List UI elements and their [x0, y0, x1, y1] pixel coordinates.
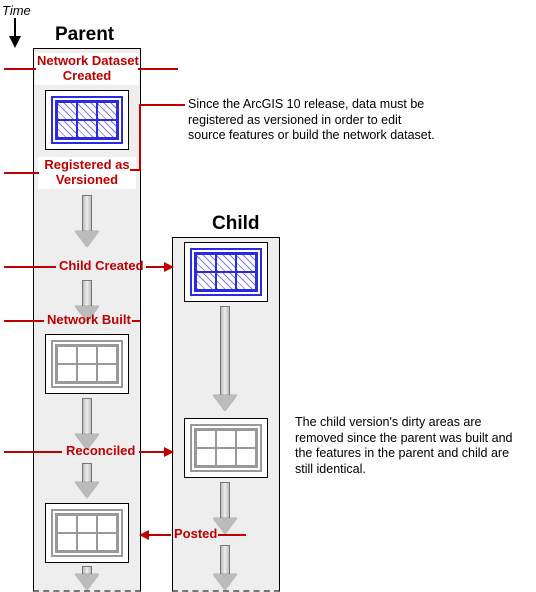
reconciled-arrowhead [164, 447, 174, 457]
child-arrow-1 [216, 306, 234, 411]
time-arrow-icon [9, 18, 23, 48]
event-posted: Posted [172, 526, 219, 543]
registered-underline-l [4, 172, 39, 174]
child-ds-1 [184, 242, 268, 302]
event-net-built: Network Built [45, 312, 133, 329]
parent-ds-2 [45, 334, 129, 394]
reconciled-line-l [4, 451, 62, 453]
time-label: Time [2, 3, 31, 18]
event-reconciled: Reconciled [64, 443, 137, 460]
posted-line-r [218, 534, 246, 536]
ds-created-underline-l [4, 68, 36, 70]
parent-ds-3 [45, 503, 129, 563]
parent-arrow-5 [78, 566, 96, 590]
child-created-arrowhead [164, 262, 174, 272]
parent-arrow-4 [78, 463, 96, 498]
net-built-line-r [132, 320, 140, 322]
parent-arrow-1 [78, 195, 96, 247]
event-registered-text: Registered asVersioned [44, 157, 129, 187]
callout-arcgis10-line [130, 100, 190, 185]
ds-created-underline-r [138, 68, 178, 70]
event-registered: Registered asVersioned [38, 157, 136, 189]
event-ds-created-line1: Network DatasetCreated [37, 53, 139, 83]
child-created-line-l [4, 266, 56, 268]
child-created-line-r [146, 266, 166, 268]
child-ds-2 [184, 418, 268, 478]
child-arrow-3 [216, 545, 234, 590]
event-ds-created: Network DatasetCreated [35, 53, 139, 85]
reconciled-line-r [139, 451, 166, 453]
parent-title: Parent [55, 24, 114, 46]
net-built-line [4, 320, 44, 322]
posted-arrowhead [139, 530, 149, 540]
desc-dirty-removed: The child version's dirty areas are remo… [295, 415, 525, 478]
parent-ds-1 [45, 90, 129, 150]
desc-arcgis10: Since the ArcGIS 10 release, data must b… [188, 97, 438, 144]
child-title: Child [212, 213, 260, 235]
event-child-created: Child Created [57, 258, 146, 275]
posted-line-l [148, 534, 171, 536]
